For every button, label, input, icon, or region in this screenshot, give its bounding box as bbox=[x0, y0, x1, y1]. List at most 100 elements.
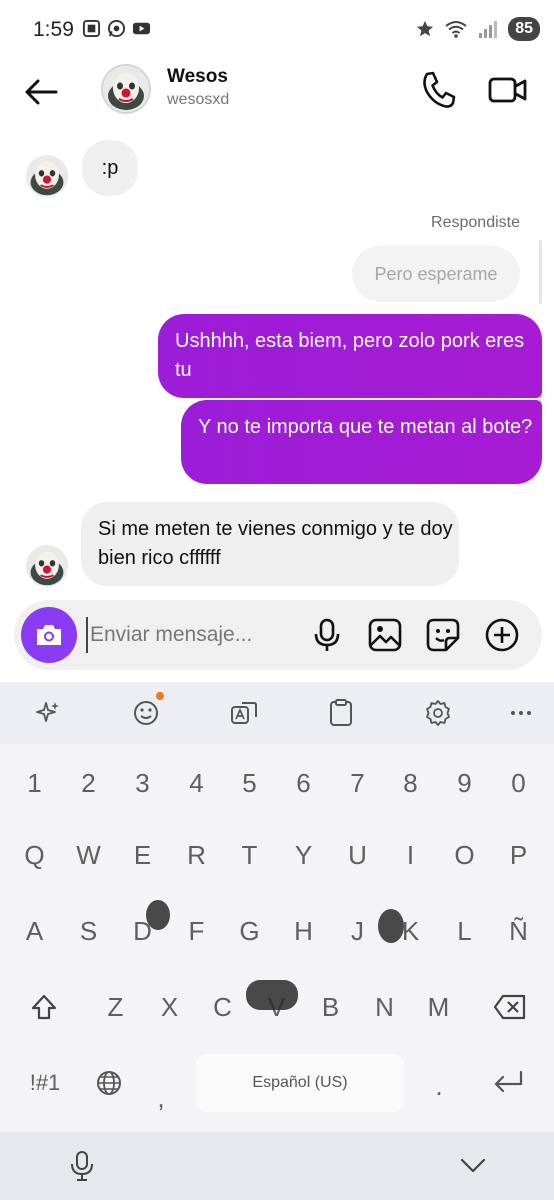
youtube-icon bbox=[132, 22, 151, 35]
quoted-reply-message[interactable]: Pero esperame bbox=[352, 246, 520, 302]
key[interactable]: 5 bbox=[223, 754, 276, 812]
back-button[interactable] bbox=[20, 70, 64, 114]
more-dots-icon bbox=[511, 711, 531, 715]
key[interactable]: Ñ bbox=[492, 902, 545, 960]
gallery-button[interactable] bbox=[367, 617, 403, 653]
key[interactable]: R bbox=[170, 826, 223, 884]
incoming-message[interactable]: Si me meten te vienes conmigo y te doy b… bbox=[81, 502, 459, 586]
enter-arrow-icon bbox=[494, 1070, 523, 1093]
voice-input-button[interactable] bbox=[68, 1150, 96, 1182]
key[interactable]: A bbox=[8, 902, 61, 960]
key[interactable]: Y bbox=[277, 826, 330, 884]
shift-key[interactable] bbox=[14, 978, 74, 1036]
key[interactable]: Z bbox=[89, 978, 142, 1036]
message-input[interactable] bbox=[86, 617, 286, 653]
star-icon bbox=[417, 20, 434, 37]
key[interactable]: O bbox=[438, 826, 491, 884]
key[interactable]: N bbox=[358, 978, 411, 1036]
camera-icon bbox=[37, 625, 61, 645]
symbols-key[interactable]: !#1 bbox=[10, 1054, 80, 1112]
key[interactable]: M bbox=[412, 978, 465, 1036]
camera-button[interactable] bbox=[21, 607, 77, 663]
image-icon bbox=[368, 618, 402, 652]
contact-username[interactable]: wesosxd bbox=[167, 91, 229, 109]
shift-arrow-icon bbox=[31, 994, 57, 1020]
contact-avatar[interactable] bbox=[101, 64, 151, 114]
clown-avatar-image bbox=[26, 155, 68, 197]
key[interactable]: F bbox=[170, 902, 223, 960]
scroll-indicator bbox=[539, 240, 542, 304]
keyboard-more-button[interactable] bbox=[506, 698, 536, 728]
key[interactable]: W bbox=[62, 826, 115, 884]
key[interactable]: G bbox=[223, 902, 276, 960]
sender-avatar[interactable] bbox=[26, 545, 68, 587]
key[interactable]: S bbox=[62, 902, 115, 960]
whatsapp-icon bbox=[107, 19, 126, 38]
plus-circle-icon bbox=[485, 618, 519, 652]
quoted-text: Pero esperame bbox=[374, 263, 498, 284]
key[interactable]: Q bbox=[8, 826, 61, 884]
backspace-key[interactable] bbox=[480, 978, 540, 1036]
period-key[interactable]: . bbox=[416, 1054, 462, 1112]
key[interactable]: C bbox=[196, 978, 249, 1036]
sticker-icon bbox=[426, 618, 460, 652]
key[interactable]: 8 bbox=[384, 754, 437, 812]
keyboard-nav-bar bbox=[0, 1132, 554, 1200]
key[interactable]: 6 bbox=[277, 754, 330, 812]
signal-icon bbox=[479, 21, 498, 38]
message-text: Y no te importa que te metan al bote? bbox=[198, 416, 533, 438]
key[interactable]: 9 bbox=[438, 754, 491, 812]
microphone-icon bbox=[314, 618, 340, 651]
sticker-button[interactable] bbox=[425, 617, 461, 653]
key[interactable]: 1 bbox=[8, 754, 61, 812]
screenshot-icon bbox=[82, 19, 101, 38]
key[interactable]: B bbox=[304, 978, 357, 1036]
notification-dot bbox=[156, 692, 164, 700]
key[interactable]: 4 bbox=[170, 754, 223, 812]
status-time: 1:59 bbox=[33, 18, 74, 41]
more-options-button[interactable] bbox=[484, 617, 520, 653]
space-key[interactable]: Español (US) bbox=[196, 1054, 404, 1112]
message-text: :p bbox=[101, 156, 119, 179]
hide-keyboard-button[interactable] bbox=[458, 1152, 488, 1178]
contact-name[interactable]: Wesos bbox=[167, 66, 228, 88]
status-notification-icons bbox=[82, 19, 151, 38]
clipboard-icon bbox=[330, 699, 352, 726]
key[interactable]: L bbox=[438, 902, 491, 960]
incoming-message[interactable]: :p bbox=[82, 140, 138, 196]
key[interactable]: J bbox=[331, 902, 384, 960]
keyboard-settings-button[interactable] bbox=[423, 698, 453, 728]
key[interactable]: H bbox=[277, 902, 330, 960]
clipboard-button[interactable] bbox=[326, 698, 356, 728]
key[interactable]: 2 bbox=[62, 754, 115, 812]
emoji-button[interactable] bbox=[131, 692, 164, 728]
status-system-icons: 85 bbox=[416, 17, 540, 41]
message-text: Ushhhh, esta biem, pero zolo pork eres t… bbox=[175, 330, 525, 381]
replied-label: Respondiste bbox=[431, 214, 520, 231]
arrow-left-icon bbox=[25, 79, 58, 105]
comma-key[interactable]: , bbox=[138, 1060, 184, 1118]
key[interactable]: 7 bbox=[331, 754, 384, 812]
key[interactable]: X bbox=[143, 978, 196, 1036]
key[interactable]: 0 bbox=[492, 754, 545, 812]
enter-key[interactable] bbox=[474, 1054, 542, 1112]
outgoing-message[interactable]: Y no te importa que te metan al bote? bbox=[181, 400, 542, 484]
message-composer bbox=[14, 600, 542, 670]
translate-button[interactable] bbox=[229, 698, 259, 728]
voice-call-button[interactable] bbox=[418, 68, 458, 112]
key[interactable]: U bbox=[331, 826, 384, 884]
video-call-button[interactable] bbox=[487, 70, 529, 110]
microphone-button[interactable] bbox=[309, 617, 345, 653]
language-key[interactable] bbox=[82, 1054, 136, 1112]
key[interactable]: E bbox=[116, 826, 169, 884]
sender-avatar[interactable] bbox=[26, 155, 68, 197]
video-camera-icon bbox=[488, 77, 527, 103]
key[interactable]: T bbox=[223, 826, 276, 884]
key[interactable]: P bbox=[492, 826, 545, 884]
ai-tools-button[interactable] bbox=[33, 698, 63, 728]
key[interactable]: 3 bbox=[116, 754, 169, 812]
globe-icon bbox=[97, 1071, 121, 1095]
outgoing-message[interactable]: Ushhhh, esta biem, pero zolo pork eres t… bbox=[158, 314, 542, 398]
gear-icon bbox=[426, 700, 450, 726]
key[interactable]: I bbox=[384, 826, 437, 884]
